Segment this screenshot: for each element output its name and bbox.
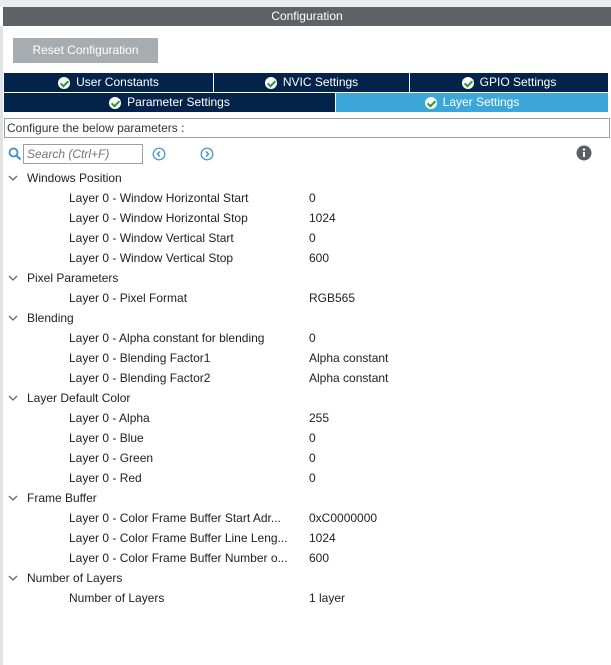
param-row[interactable]: Layer 0 - Window Horizontal Start 0 [4, 188, 608, 208]
param-name: Layer 0 - Red [69, 471, 142, 485]
category-label: Windows Position [27, 171, 122, 185]
check-icon [58, 76, 71, 89]
param-row[interactable]: Layer 0 - Color Frame Buffer Start Adr..… [4, 508, 608, 528]
param-name: Layer 0 - Window Vertical Stop [69, 251, 234, 265]
parameter-tree: Windows Position Layer 0 - Window Horizo… [4, 168, 608, 608]
category-layer-default-color[interactable]: Layer Default Color [4, 388, 608, 408]
param-name: Layer 0 - Blue [69, 431, 144, 445]
param-name: Layer 0 - Blending Factor2 [69, 371, 211, 385]
param-name: Layer 0 - Window Horizontal Stop [69, 211, 248, 225]
param-name: Layer 0 - Alpha [69, 411, 150, 425]
param-name: Layer 0 - Blending Factor1 [69, 351, 211, 365]
param-value: 0xC0000000 [309, 511, 378, 525]
category-label: Frame Buffer [27, 491, 97, 505]
tab-parameter-settings[interactable]: Parameter Settings [4, 93, 335, 112]
param-row[interactable]: Layer 0 - Blue 0 [4, 428, 608, 448]
param-value: 0 [309, 471, 316, 485]
search-row [8, 144, 608, 164]
param-value: 600 [309, 251, 330, 265]
check-icon [264, 76, 277, 89]
tab-gpio-settings[interactable]: GPIO Settings [410, 73, 608, 92]
top-strip [0, 0, 611, 7]
param-name: Layer 0 - Color Frame Buffer Start Adr..… [69, 511, 281, 525]
chevron-down-icon [8, 575, 18, 581]
category-pixel-parameters[interactable]: Pixel Parameters [4, 268, 608, 288]
chevron-down-icon [8, 395, 18, 401]
param-row[interactable]: Layer 0 - Window Horizontal Stop 1024 [4, 208, 608, 228]
param-value: Alpha constant [309, 351, 389, 365]
param-value: 0 [309, 331, 316, 345]
tab-label: GPIO Settings [479, 75, 557, 89]
search-icon [8, 147, 22, 161]
info-icon[interactable] [576, 145, 592, 161]
param-row[interactable]: Layer 0 - Red 0 [4, 468, 608, 488]
param-value: 1024 [309, 211, 336, 225]
search-next-icon[interactable] [200, 147, 214, 161]
param-value: 0 [309, 191, 316, 205]
param-row[interactable]: Layer 0 - Alpha 255 [4, 408, 608, 428]
panel-title: Configuration [3, 7, 611, 26]
reset-configuration-button[interactable]: Reset Configuration [13, 38, 158, 63]
left-divider [0, 26, 3, 665]
param-value: 0 [309, 231, 316, 245]
param-row[interactable]: Layer 0 - Alpha constant for blending 0 [4, 328, 608, 348]
tab-label: User Constants [76, 75, 159, 89]
param-name: Layer 0 - Green [69, 451, 154, 465]
param-name: Number of Layers [69, 591, 165, 605]
param-row[interactable]: Layer 0 - Color Frame Buffer Number o...… [4, 548, 608, 568]
search-previous-icon[interactable] [152, 147, 166, 161]
chevron-down-icon [8, 495, 18, 501]
param-name: Layer 0 - Color Frame Buffer Line Leng..… [69, 531, 288, 545]
tab-user-constants[interactable]: User Constants [4, 73, 213, 92]
param-row[interactable]: Layer 0 - Blending Factor1 Alpha constan… [4, 348, 608, 368]
category-label: Blending [27, 311, 74, 325]
param-value: 600 [309, 551, 330, 565]
search-input[interactable] [23, 144, 143, 164]
param-row[interactable]: Number of Layers 1 layer [4, 588, 608, 608]
category-number-of-layers[interactable]: Number of Layers [4, 568, 608, 588]
category-label: Number of Layers [27, 571, 123, 585]
param-value: 1024 [309, 531, 336, 545]
tab-label: Parameter Settings [127, 95, 230, 109]
check-icon [461, 76, 474, 89]
param-row[interactable]: Layer 0 - Green 0 [4, 448, 608, 468]
category-label: Pixel Parameters [27, 271, 119, 285]
param-value: 1 layer [309, 591, 346, 605]
param-value: 255 [309, 411, 330, 425]
param-value: 0 [309, 431, 316, 445]
param-name: Layer 0 - Window Vertical Start [69, 231, 234, 245]
param-value: Alpha constant [309, 371, 389, 385]
chevron-down-icon [8, 315, 18, 321]
tab-label: Layer Settings [442, 95, 520, 109]
category-blending[interactable]: Blending [4, 308, 608, 328]
check-icon [424, 96, 437, 109]
category-label: Layer Default Color [27, 391, 131, 405]
param-value: RGB565 [309, 291, 356, 305]
param-row[interactable]: Layer 0 - Color Frame Buffer Line Leng..… [4, 528, 608, 548]
parameters-description: Configure the below parameters : [4, 118, 610, 138]
tab-label: NVIC Settings [282, 75, 359, 89]
param-name: Layer 0 - Color Frame Buffer Number o... [69, 551, 288, 565]
chevron-down-icon [8, 275, 18, 281]
param-row[interactable]: Layer 0 - Window Vertical Start 0 [4, 228, 608, 248]
param-name: Layer 0 - Alpha constant for blending [69, 331, 265, 345]
check-icon [109, 96, 122, 109]
param-name: Layer 0 - Pixel Format [69, 291, 188, 305]
tab-layer-settings[interactable]: Layer Settings [336, 93, 608, 112]
param-row[interactable]: Layer 0 - Pixel Format RGB565 [4, 288, 608, 308]
param-row[interactable]: Layer 0 - Blending Factor2 Alpha constan… [4, 368, 608, 388]
param-row[interactable]: Layer 0 - Window Vertical Stop 600 [4, 248, 608, 268]
tab-nvic-settings[interactable]: NVIC Settings [214, 73, 409, 92]
param-value: 0 [309, 451, 316, 465]
category-windows-position[interactable]: Windows Position [4, 168, 608, 188]
category-frame-buffer[interactable]: Frame Buffer [4, 488, 608, 508]
chevron-down-icon [8, 175, 18, 181]
param-name: Layer 0 - Window Horizontal Start [69, 191, 249, 205]
